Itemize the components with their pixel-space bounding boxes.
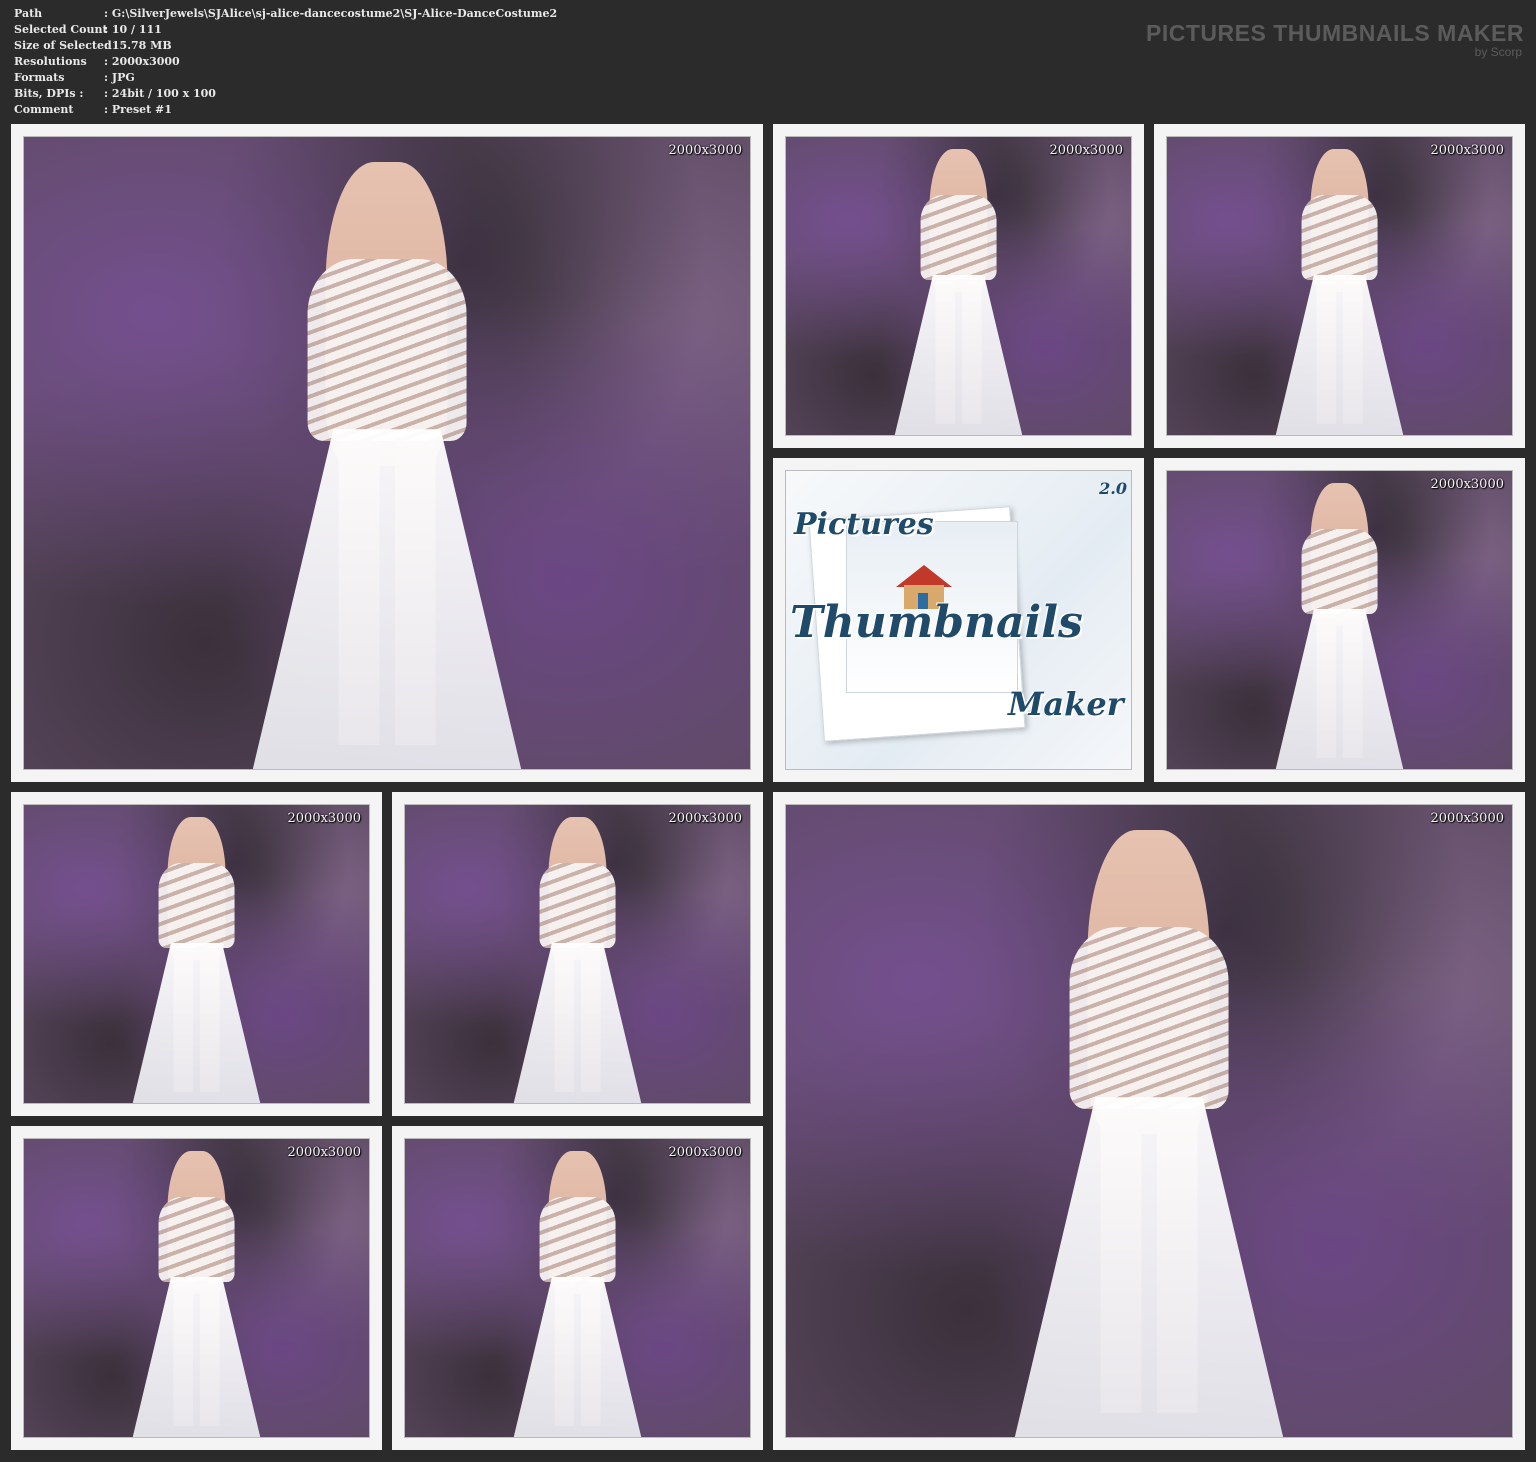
brand-subtitle: by Scorp bbox=[1474, 45, 1522, 59]
thumbnail-4[interactable]: 2000x3000 bbox=[1154, 458, 1525, 782]
photo-figure bbox=[997, 830, 1302, 1437]
thumbnail-image: 2000x3000 bbox=[404, 804, 751, 1104]
info-key: Selected Count bbox=[14, 23, 108, 36]
thumbnail-8[interactable]: 2000x3000 bbox=[11, 1126, 382, 1450]
thumbnail-9[interactable]: 2000x3000 bbox=[392, 1126, 763, 1450]
resolution-label: 2000x3000 bbox=[287, 811, 362, 826]
thumbnail-image: 2000x3000 bbox=[1166, 470, 1513, 770]
logo-version: 2.0 bbox=[1099, 479, 1127, 498]
resolution-label: 2000x3000 bbox=[668, 811, 743, 826]
thumbnail-image: 2000x3000 bbox=[1166, 136, 1513, 436]
brand: PICTURES THUMBNAILS MAKER by Scorp bbox=[1146, 20, 1524, 59]
info-value: : Preset #1 bbox=[104, 103, 172, 116]
thumbnail-image: 2000x3000 bbox=[404, 1138, 751, 1438]
thumbnail-image: 2000x3000 bbox=[23, 1138, 370, 1438]
info-key: Comment bbox=[14, 103, 74, 116]
photo-figure bbox=[124, 1150, 269, 1437]
thumbnail-image: 2000x3000 bbox=[785, 136, 1132, 436]
photo-figure bbox=[1267, 482, 1412, 769]
info-key: Formats bbox=[14, 71, 65, 84]
resolution-label: 2000x3000 bbox=[668, 143, 743, 158]
info-value: : JPG bbox=[104, 71, 135, 84]
logo-line-1: Pictures bbox=[794, 507, 934, 542]
info-row-size: Size of Selected: 15.78 MB bbox=[14, 38, 557, 54]
info-key: Bits, DPIs : bbox=[14, 87, 84, 100]
app-logo: 2.0 Pictures Thumbnails Maker bbox=[785, 470, 1132, 770]
info-panel: Path : G:\SilverJewels\SJAlice\sj-alice-d… bbox=[14, 6, 557, 118]
info-value: : 2000x3000 bbox=[104, 55, 180, 68]
photo-figure bbox=[1267, 148, 1412, 435]
thumbnail-image: 2000x3000 bbox=[785, 804, 1513, 1438]
logo-line-2: Thumbnails bbox=[790, 597, 1083, 648]
info-value: : 10 / 111 bbox=[104, 23, 162, 36]
info-row-path: Path : G:\SilverJewels\SJAlice\sj-alice-d… bbox=[14, 6, 557, 22]
resolution-label: 2000x3000 bbox=[287, 1145, 362, 1160]
thumbnail-6[interactable]: 2000x3000 bbox=[392, 792, 763, 1116]
resolution-label: 2000x3000 bbox=[1049, 143, 1124, 158]
photo-figure bbox=[124, 816, 269, 1103]
photo-figure bbox=[886, 148, 1031, 435]
resolution-label: 2000x3000 bbox=[1430, 143, 1505, 158]
resolution-label: 2000x3000 bbox=[1430, 811, 1505, 826]
photo-figure bbox=[505, 816, 650, 1103]
info-row-resolutions: Resolutions : 2000x3000 bbox=[14, 54, 557, 70]
info-row-bits: Bits, DPIs : : 24bit / 100 x 100 bbox=[14, 86, 557, 102]
info-row-formats: Formats : JPG bbox=[14, 70, 557, 86]
info-key: Path bbox=[14, 7, 43, 20]
info-key: Resolutions bbox=[14, 55, 87, 68]
logo-card[interactable]: 2.0 Pictures Thumbnails Maker bbox=[773, 458, 1144, 782]
thumbnail-2[interactable]: 2000x3000 bbox=[773, 124, 1144, 448]
info-value: : G:\SilverJewels\SJAlice\sj-alice-dance… bbox=[104, 7, 558, 20]
info-row-comment: Comment : Preset #1 bbox=[14, 102, 557, 118]
thumbnail-1[interactable]: 2000x3000 bbox=[11, 124, 763, 782]
thumbnail-7[interactable]: 2000x3000 bbox=[773, 792, 1525, 1450]
info-value: : 15.78 MB bbox=[104, 39, 172, 52]
resolution-label: 2000x3000 bbox=[668, 1145, 743, 1160]
thumbnail-5[interactable]: 2000x3000 bbox=[11, 792, 382, 1116]
photo-figure bbox=[505, 1150, 650, 1437]
thumbnail-3[interactable]: 2000x3000 bbox=[1154, 124, 1525, 448]
photo-figure bbox=[235, 162, 540, 769]
logo-line-3: Maker bbox=[1008, 685, 1124, 723]
thumbnail-image: 2000x3000 bbox=[23, 136, 751, 770]
resolution-label: 2000x3000 bbox=[1430, 477, 1505, 492]
brand-title: PICTURES THUMBNAILS MAKER bbox=[1146, 20, 1524, 46]
info-row-count: Selected Count: 10 / 111 bbox=[14, 22, 557, 38]
thumbnail-image: 2000x3000 bbox=[23, 804, 370, 1104]
info-key: Size of Selected bbox=[14, 39, 112, 52]
info-value: : 24bit / 100 x 100 bbox=[104, 87, 216, 100]
